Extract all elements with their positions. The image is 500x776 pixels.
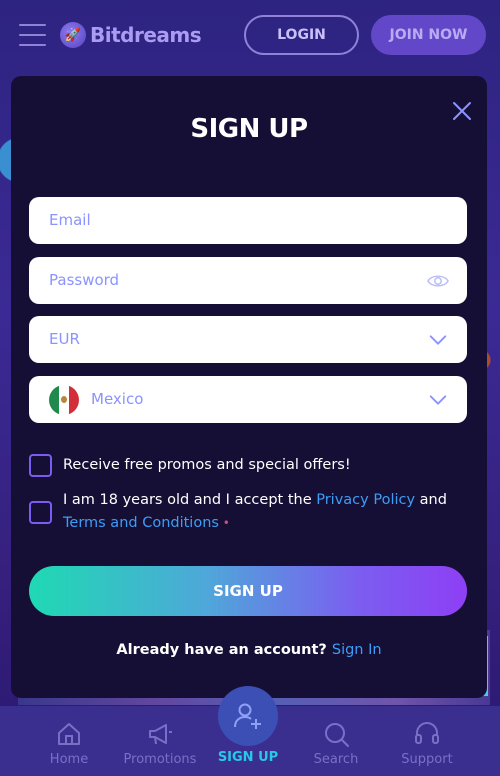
country-select[interactable]: Mexico (29, 376, 467, 423)
nav-support[interactable]: Support (382, 720, 472, 767)
nav-home-label: Home (49, 752, 89, 767)
terms-checkbox[interactable] (29, 501, 52, 524)
nav-promotions-label: Promotions (123, 752, 197, 767)
promos-checkbox[interactable] (29, 454, 52, 477)
terms-and: and (415, 492, 447, 508)
currency-value: EUR (49, 330, 80, 348)
signup-modal: SIGN UP Email Password EUR Mexico Receiv… (11, 76, 487, 698)
country-value: Mexico (91, 390, 144, 408)
currency-select[interactable]: EUR (29, 316, 467, 363)
signin-link[interactable]: Sign In (332, 642, 382, 658)
password-field[interactable]: Password (29, 257, 467, 304)
search-icon (325, 723, 349, 747)
megaphone-icon (149, 724, 172, 745)
menu-icon[interactable] (19, 24, 46, 46)
signup-submit-button[interactable]: SIGN UP (29, 566, 467, 616)
required-mark: • (218, 516, 230, 530)
nav-search[interactable]: Search (291, 720, 381, 767)
eye-icon[interactable] (427, 270, 449, 292)
nav-home[interactable]: Home (24, 720, 114, 767)
privacy-policy-link[interactable]: Privacy Policy (316, 492, 415, 508)
headset-icon (415, 721, 439, 744)
logo-text: Bitdreams (90, 23, 202, 47)
nav-signup-button[interactable] (218, 686, 278, 746)
top-header: 🚀 Bitdreams LOGIN JOIN NOW (0, 0, 500, 70)
terms-prefix: I am 18 years old and I accept the (63, 492, 317, 508)
nav-support-label: Support (401, 752, 453, 767)
already-text: Already have an account? (116, 642, 327, 658)
logo[interactable]: 🚀 Bitdreams (60, 20, 202, 50)
chevron-down-icon (429, 335, 447, 345)
password-placeholder: Password (49, 271, 120, 289)
email-field[interactable]: Email (29, 197, 467, 244)
terms-link[interactable]: Terms and Conditions (63, 515, 219, 531)
rocket-icon: 🚀 (60, 22, 86, 48)
promos-row: Receive free promos and special offers! (29, 454, 351, 477)
terms-text: I am 18 years old and I accept the Priva… (63, 489, 447, 535)
terms-row: I am 18 years old and I accept the Priva… (29, 489, 469, 535)
modal-title: SIGN UP (190, 114, 308, 144)
home-icon (58, 723, 80, 745)
promos-label: Receive free promos and special offers! (63, 457, 351, 473)
join-now-button[interactable]: JOIN NOW (371, 15, 486, 55)
login-button[interactable]: LOGIN (244, 15, 359, 55)
email-placeholder: Email (49, 211, 91, 229)
nav-search-label: Search (313, 752, 359, 767)
chevron-down-icon (429, 395, 447, 405)
nav-promotions[interactable]: Promotions (115, 720, 205, 767)
mexico-flag-icon (49, 385, 79, 415)
signin-prompt: Already have an account? Sign In (11, 642, 487, 658)
add-user-icon (234, 703, 261, 729)
nav-signup-label[interactable]: SIGN UP (203, 750, 293, 765)
